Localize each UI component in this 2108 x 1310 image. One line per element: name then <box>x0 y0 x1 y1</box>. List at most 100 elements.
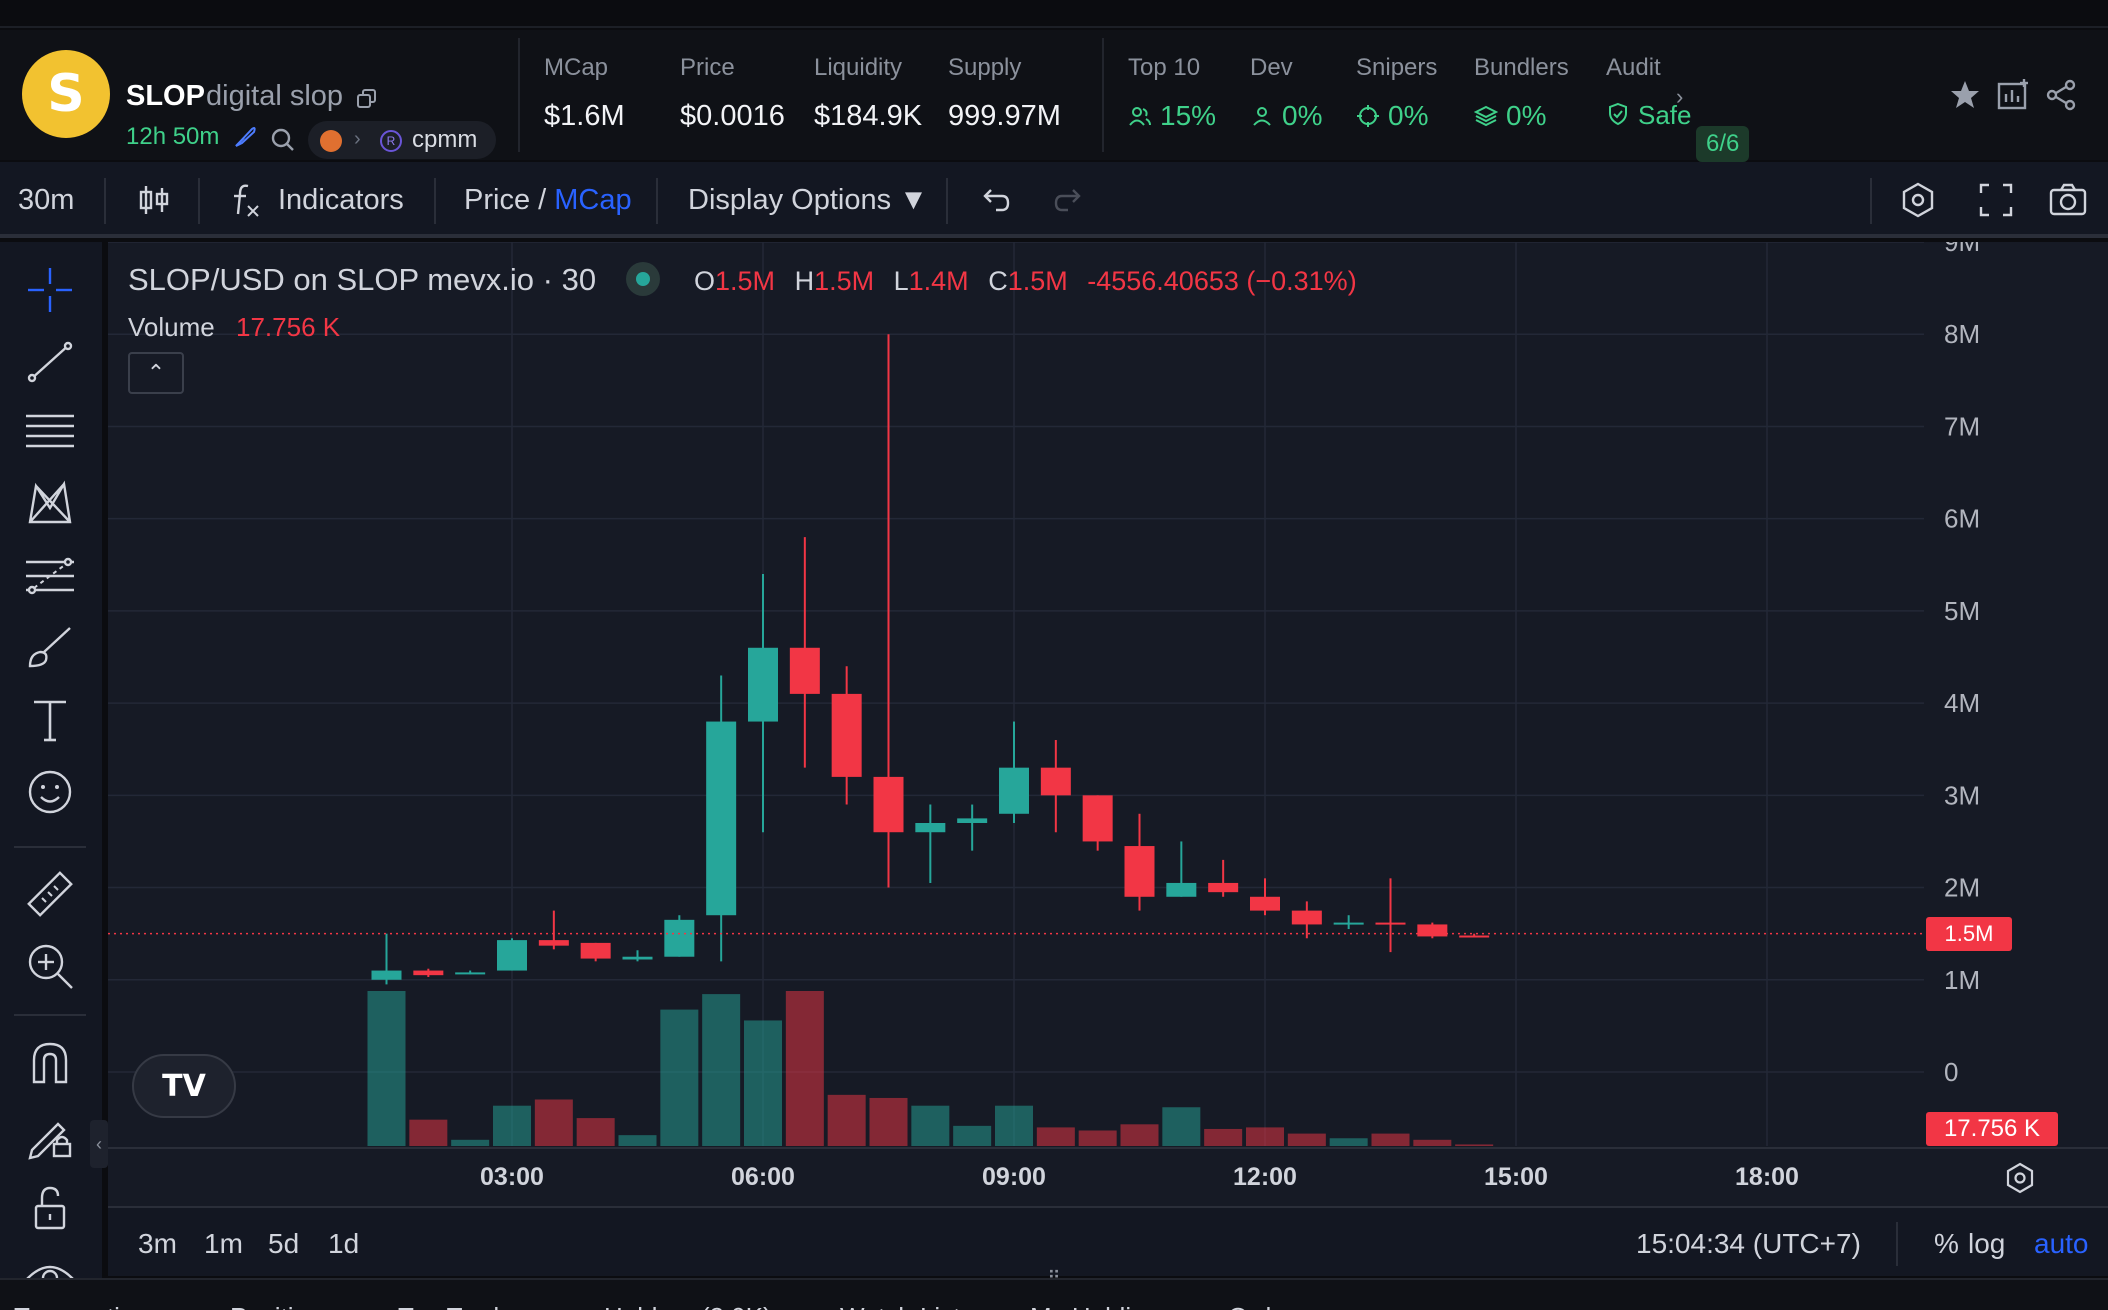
toolbar-divider <box>1870 178 1872 224</box>
ohlc-o-key: O <box>694 266 716 296</box>
x-tick-label: 12:00 <box>1233 1163 1297 1191</box>
chart-add-icon[interactable] <box>1996 78 2030 112</box>
share-icon[interactable] <box>2044 78 2078 112</box>
pool-pill[interactable]: › R cpmm <box>308 121 496 159</box>
header-divider <box>518 38 520 152</box>
indicators-button[interactable]: Indicators <box>278 184 404 217</box>
horizontal-lines-icon[interactable] <box>24 406 76 458</box>
y-tick-label: 2M <box>1944 873 1980 903</box>
toggle-divider: / <box>538 184 547 216</box>
candle-body <box>915 823 946 833</box>
price-toggle-label[interactable]: Price <box>464 184 530 216</box>
stat-value-mcap: $1.6M <box>544 100 625 132</box>
risk-value-snipers: 0% <box>1388 100 1429 131</box>
volume-bar <box>744 1020 782 1146</box>
fib-retracement-icon[interactable] <box>24 550 76 602</box>
redo-icon[interactable] <box>1050 180 1090 220</box>
tab-transactions[interactable]: Transactions <box>14 1302 162 1310</box>
lock-drawing-icon[interactable] <box>24 1110 76 1162</box>
last-price-tag: 1.5M <box>1926 916 2012 951</box>
range-5d-button[interactable]: 5d <box>268 1228 299 1260</box>
candles-icon[interactable] <box>134 180 174 220</box>
copy-icon[interactable] <box>356 88 378 110</box>
tab-watch-list[interactable]: Watch List <box>840 1302 960 1310</box>
mcap-toggle-label[interactable]: MCap <box>554 184 631 216</box>
function-icon[interactable] <box>226 180 266 220</box>
candle-body <box>1417 924 1448 937</box>
volume-bar <box>1246 1127 1284 1146</box>
volume-bar <box>451 1139 490 1146</box>
volume-bar <box>618 1135 657 1146</box>
tab-my-holdings[interactable]: My Holdings <box>1030 1302 1173 1310</box>
stat-label-mcap: MCap <box>544 54 609 81</box>
user-icon <box>1253 107 1271 126</box>
display-options-button[interactable]: Display Options ▼ <box>688 184 928 217</box>
search-icon[interactable] <box>270 127 296 153</box>
time-range-bar: 3m 1m 5d 1d 15:04:34 (UTC+7) % log auto <box>108 1206 2108 1276</box>
range-1d-button[interactable]: 1d <box>328 1228 359 1260</box>
magnet-icon[interactable] <box>24 1038 76 1090</box>
chart-area[interactable]: 0 1M 2M 3M 4M 5M 6M 7M 8M 9M 03:00 06:00 09:00 12:00… <box>108 242 2108 1272</box>
candlestick-chart[interactable]: 0 1M 2M 3M 4M 5M 6M 7M 8M 9M 03:00 06:00 09:00 12:00… <box>108 242 2108 1206</box>
volume-bars <box>367 991 1494 1146</box>
price-mcap-toggle[interactable]: Price / MCap <box>464 184 632 217</box>
candle-body <box>497 940 527 971</box>
ohlc-h-key: H <box>794 266 815 296</box>
candle-body <box>957 818 988 823</box>
stat-value-price: $0.0016 <box>680 100 785 132</box>
log-scale-button[interactable]: log <box>1968 1228 2005 1260</box>
stat-label-price: Price <box>680 54 735 81</box>
risk-value-dev: 0% <box>1282 100 1323 131</box>
chevron-up-icon[interactable]: ⌃ <box>128 352 184 394</box>
chart-grid <box>108 242 2108 1149</box>
tab-holders[interactable]: Holders (2.0K) <box>604 1302 772 1310</box>
zoom-in-icon[interactable] <box>24 940 76 992</box>
axis-settings-icon[interactable] <box>2002 1160 2038 1196</box>
risk-value-bundlers: 0% <box>1506 100 1547 131</box>
chart-toolbar: 30m Indicators Price / MCap Display Opti… <box>0 162 2108 238</box>
ohlc-l-key: L <box>893 266 909 296</box>
candle-body <box>1082 795 1113 842</box>
tab-orders[interactable]: Orders <box>1228 1302 1307 1310</box>
camera-icon[interactable] <box>2048 180 2088 220</box>
volume-bar <box>1078 1130 1117 1146</box>
volume-bar <box>1287 1133 1326 1146</box>
y-axis-labels: 0 1M 2M 3M 4M 5M 6M 7M 8M 9M <box>1944 242 1980 1087</box>
top-strip <box>0 0 2108 28</box>
star-icon[interactable] <box>1948 78 1982 112</box>
range-1m-button[interactable]: 1m <box>204 1228 243 1260</box>
text-tool-icon[interactable] <box>24 694 76 746</box>
ruler-icon[interactable] <box>24 868 76 920</box>
audit-label[interactable]: Audit <box>1606 54 1661 82</box>
token-age: 12h 50m <box>126 123 220 150</box>
raydium-icon: R <box>380 130 402 152</box>
tradingview-logo[interactable]: TV <box>132 1054 236 1118</box>
candle-body <box>413 970 444 976</box>
auto-scale-button[interactable]: auto <box>2034 1228 2089 1260</box>
unlock-icon[interactable] <box>24 1182 76 1234</box>
candle-body <box>1375 922 1406 925</box>
settings-icon[interactable] <box>1898 180 1938 220</box>
tab-positions[interactable]: Positions <box>230 1302 336 1310</box>
volume-bar <box>493 1105 531 1146</box>
token-name: digital slop <box>206 80 344 112</box>
brush-icon[interactable] <box>24 622 76 674</box>
emoji-icon[interactable] <box>24 766 76 818</box>
interval-button[interactable]: 30m <box>18 184 74 217</box>
undo-icon[interactable] <box>974 180 1014 220</box>
crosshair-tool-icon[interactable] <box>24 264 76 316</box>
volume-bar <box>702 994 741 1146</box>
fullscreen-icon[interactable] <box>1976 180 2016 220</box>
audit-safe-label: Safe <box>1638 100 1692 130</box>
percent-scale-button[interactable]: % <box>1934 1228 1959 1260</box>
range-3m-button[interactable]: 3m <box>138 1228 177 1260</box>
candle-body <box>1459 935 1490 938</box>
trend-line-icon[interactable] <box>24 336 76 388</box>
shield-check-icon <box>1609 102 1627 126</box>
tab-top-traders[interactable]: Top Traders <box>398 1302 535 1310</box>
pool-label: cpmm <box>412 126 478 153</box>
collapse-toolbar-button[interactable]: ‹ <box>90 1120 108 1168</box>
candle-body <box>1291 910 1322 925</box>
pattern-tool-icon[interactable] <box>24 478 76 530</box>
timezone-clock[interactable]: 15:04:34 (UTC+7) <box>1636 1228 1861 1260</box>
